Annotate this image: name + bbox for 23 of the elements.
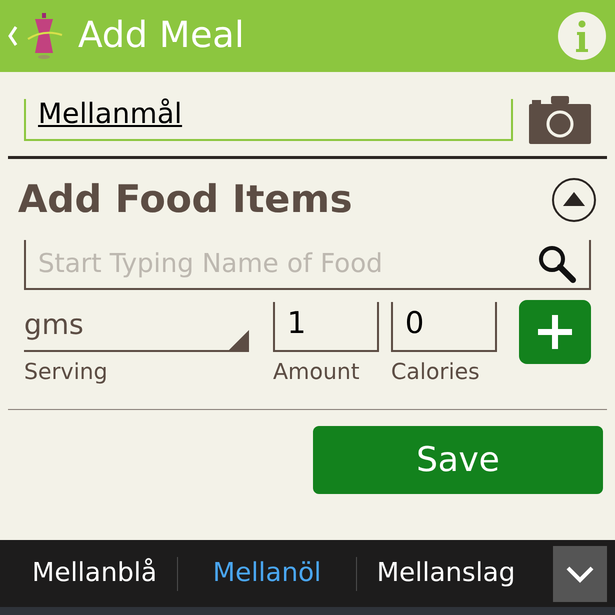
serving-dropdown[interactable]: gms [24, 302, 249, 352]
collapse-icon[interactable] [551, 176, 597, 222]
meal-name-field[interactable]: Mellanmål [24, 99, 513, 141]
chevron-down-icon [565, 564, 595, 582]
serving-label: Serving [24, 359, 109, 387]
search-icon[interactable] [537, 244, 577, 284]
plus-icon [538, 315, 572, 349]
camera-icon[interactable] [529, 96, 591, 144]
save-button[interactable]: Save [313, 426, 603, 494]
page-title: Add Meal [78, 14, 244, 58]
expand-suggestions-button[interactable] [553, 546, 607, 602]
food-search-input[interactable]: Start Typing Name of Food [38, 244, 529, 284]
suggestion-item[interactable]: Mellanslag [357, 554, 535, 593]
suggestion-item[interactable]: Mellanblå [12, 554, 177, 593]
amount-field[interactable]: 1 [273, 302, 379, 352]
calories-field[interactable]: 0 [391, 302, 497, 352]
section-title: Add Food Items [18, 176, 354, 223]
food-search-field[interactable]: Start Typing Name of Food [24, 240, 591, 290]
dropdown-corner-icon [229, 330, 249, 350]
suggestion-item[interactable]: Mellanöl [178, 554, 356, 593]
add-button[interactable] [519, 300, 591, 364]
amount-label: Amount [273, 359, 360, 387]
calories-label: Calories [391, 359, 481, 387]
